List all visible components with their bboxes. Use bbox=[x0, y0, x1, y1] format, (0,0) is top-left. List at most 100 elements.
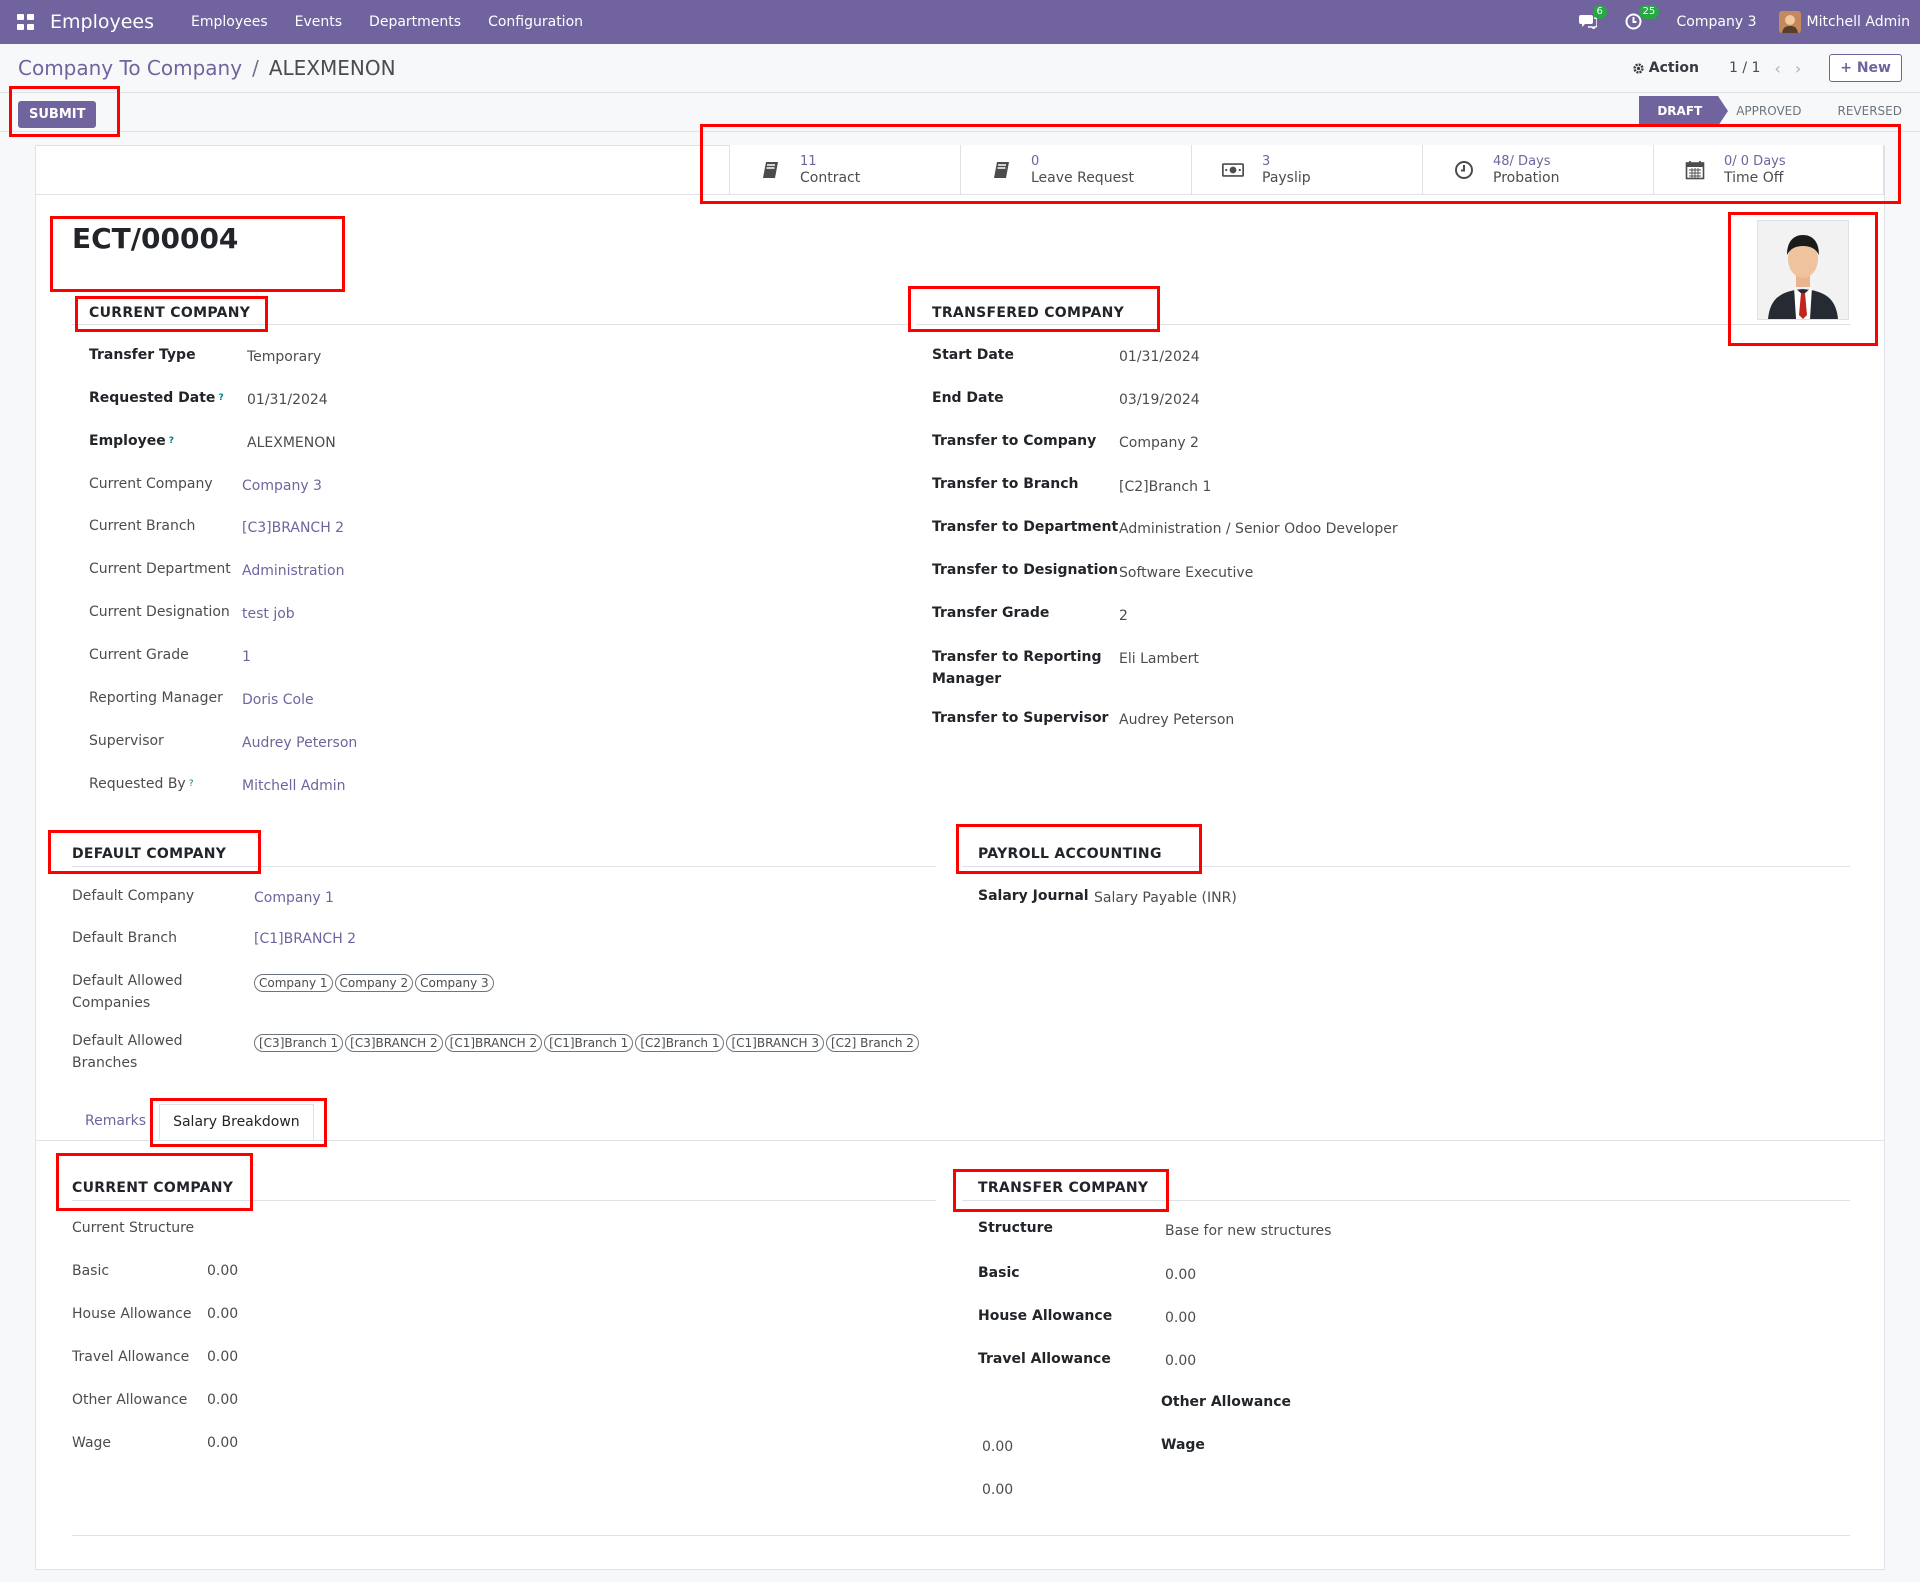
transfer-type-value[interactable]: Temporary bbox=[247, 346, 321, 368]
branch-tag[interactable]: [C3]BRANCH 2 bbox=[345, 1034, 443, 1052]
employee-value[interactable]: ALEXMENON bbox=[247, 432, 336, 454]
requested-by-value[interactable]: Mitchell Admin bbox=[242, 775, 346, 797]
annotation-box-default-company bbox=[48, 830, 261, 874]
current-branch-value[interactable]: [C3]BRANCH 2 bbox=[242, 517, 344, 539]
current-wage-label: Wage bbox=[72, 1435, 112, 1451]
reporting-manager-value[interactable]: Doris Cole bbox=[242, 689, 314, 711]
transfer-to-company-label: Transfer to Company bbox=[932, 433, 1097, 449]
reporting-manager-label: Reporting Manager bbox=[89, 690, 223, 706]
supervisor-value[interactable]: Audrey Peterson bbox=[242, 732, 357, 754]
default-allowed-companies-label: Default Allowed Companies bbox=[72, 970, 182, 1014]
sheet-bottom-divider bbox=[72, 1535, 1850, 1536]
current-branch-label: Current Branch bbox=[89, 518, 196, 534]
company-tag[interactable]: Company 2 bbox=[334, 974, 414, 992]
status-bar: DRAFT APPROVED REVERSED bbox=[1639, 96, 1920, 127]
breadcrumb-separator: / bbox=[252, 56, 259, 80]
transfer-to-designation-label: Transfer to Designation bbox=[932, 562, 1118, 578]
transfer-supervisor-value[interactable]: Audrey Peterson bbox=[1119, 709, 1234, 731]
pager-next-icon[interactable]: › bbox=[1795, 59, 1801, 78]
new-record-button[interactable]: + New bbox=[1829, 54, 1902, 82]
help-icon[interactable]: ? bbox=[189, 779, 194, 789]
user-avatar[interactable] bbox=[1778, 11, 1801, 33]
transfer-to-department-value[interactable]: Administration / Senior Odoo Developer bbox=[1119, 518, 1398, 540]
default-branch-label: Default Branch bbox=[72, 930, 177, 946]
end-date-value[interactable]: 03/19/2024 bbox=[1119, 389, 1200, 411]
activities-button[interactable]: 25 bbox=[1625, 5, 1660, 31]
salary-journal-label: Salary Journal bbox=[978, 888, 1089, 904]
annotation-box-salary-transfer bbox=[953, 1169, 1169, 1212]
current-department-value[interactable]: Administration bbox=[242, 560, 344, 582]
help-icon[interactable]: ? bbox=[169, 436, 174, 446]
company-tag[interactable]: Company 3 bbox=[415, 974, 494, 992]
control-panel-divider bbox=[0, 92, 1920, 93]
current-company-label: Current Company bbox=[89, 476, 213, 492]
pager-previous-icon[interactable]: ‹ bbox=[1774, 59, 1780, 78]
help-icon[interactable]: ? bbox=[218, 393, 223, 403]
employee-label: Employee? bbox=[89, 430, 174, 452]
menu-employees[interactable]: Employees bbox=[191, 14, 268, 30]
current-department-label: Current Department bbox=[89, 561, 231, 577]
branch-tag[interactable]: [C1]BRANCH 2 bbox=[444, 1034, 543, 1052]
requested-by-label-text: Requested By bbox=[89, 776, 186, 792]
start-date-value[interactable]: 01/31/2024 bbox=[1119, 346, 1200, 368]
new-label: New bbox=[1856, 60, 1891, 76]
allowed-companies-tags[interactable]: Company 1 Company 2 Company 3 bbox=[254, 974, 494, 992]
transfer-house-allowance-label: House Allowance bbox=[978, 1308, 1113, 1324]
menu-departments[interactable]: Departments bbox=[369, 14, 461, 30]
apps-menu-icon[interactable] bbox=[17, 14, 35, 30]
pager-value[interactable]: 1 / 1 bbox=[1729, 60, 1760, 76]
current-travel-allowance-label: Travel Allowance bbox=[72, 1349, 190, 1365]
branch-tag[interactable]: [C2]Branch 1 bbox=[635, 1034, 725, 1052]
menu-configuration[interactable]: Configuration bbox=[488, 14, 583, 30]
menu-events[interactable]: Events bbox=[295, 14, 342, 30]
app-title[interactable]: Employees bbox=[50, 11, 154, 33]
default-allowed-companies-label-line2: Companies bbox=[72, 995, 151, 1011]
action-label: Action bbox=[1648, 60, 1699, 76]
branch-tag[interactable]: [C2] Branch 2 bbox=[825, 1034, 919, 1052]
transfer-grade-value[interactable]: 2 bbox=[1119, 605, 1128, 627]
default-company-value[interactable]: Company 1 bbox=[254, 887, 334, 909]
company-switcher[interactable]: Company 3 bbox=[1677, 14, 1757, 30]
transfer-to-branch-label: Transfer to Branch bbox=[932, 476, 1079, 492]
branch-tag[interactable]: [C1]BRANCH 3 bbox=[726, 1034, 824, 1052]
annotation-box-record-name bbox=[50, 216, 345, 292]
user-menu[interactable]: Mitchell Admin bbox=[1807, 14, 1911, 30]
status-step-draft[interactable]: DRAFT bbox=[1639, 96, 1729, 127]
annotation-box-photo bbox=[1728, 212, 1878, 346]
status-step-reversed[interactable]: REVERSED bbox=[1820, 96, 1920, 127]
transfer-structure-value[interactable]: Base for new structures bbox=[1165, 1220, 1331, 1242]
annotation-box-transfered-company bbox=[908, 286, 1160, 332]
messages-count-badge: 6 bbox=[1592, 5, 1607, 19]
transfer-to-designation-value[interactable]: Software Executive bbox=[1119, 562, 1253, 584]
allowed-branches-tags[interactable]: [C3]Branch 1 [C3]BRANCH 2 [C1]BRANCH 2 [… bbox=[254, 1034, 919, 1052]
breadcrumb-current: ALEXMENON bbox=[268, 56, 396, 80]
current-wage-value: 0.00 bbox=[207, 1435, 239, 1451]
current-designation-value[interactable]: test job bbox=[242, 603, 295, 625]
current-company-value[interactable]: Company 3 bbox=[242, 475, 322, 497]
salary-journal-value[interactable]: Salary Payable (INR) bbox=[1094, 887, 1237, 909]
current-grade-value[interactable]: 1 bbox=[242, 646, 251, 668]
current-house-allowance-label: House Allowance bbox=[72, 1306, 192, 1322]
transfer-to-branch-value[interactable]: [C2]Branch 1 bbox=[1119, 476, 1211, 498]
transfer-wage-value: 0.00 bbox=[982, 1482, 1014, 1498]
requested-date-value[interactable]: 01/31/2024 bbox=[247, 389, 328, 411]
breadcrumb: Company To Company / ALEXMENON bbox=[18, 56, 396, 80]
default-company-label: Default Company bbox=[72, 888, 195, 904]
tab-remarks[interactable]: Remarks bbox=[72, 1104, 159, 1140]
transfer-reporting-manager-label: Transfer to Reporting Manager bbox=[932, 646, 1102, 690]
action-menu-button[interactable]: Action bbox=[1632, 60, 1699, 76]
current-structure-label: Current Structure bbox=[72, 1220, 195, 1236]
branch-tag[interactable]: [C1]Branch 1 bbox=[544, 1034, 634, 1052]
annotation-box-salary-current bbox=[56, 1153, 253, 1211]
transfer-to-company-value[interactable]: Company 2 bbox=[1119, 432, 1199, 454]
messages-button[interactable]: 6 bbox=[1578, 5, 1607, 31]
current-travel-allowance-value: 0.00 bbox=[207, 1349, 239, 1365]
breadcrumb-parent[interactable]: Company To Company bbox=[18, 56, 242, 80]
branch-tag[interactable]: [C3]Branch 1 bbox=[254, 1034, 344, 1052]
default-branch-value[interactable]: [C1]BRANCH 2 bbox=[254, 928, 356, 950]
company-tag[interactable]: Company 1 bbox=[254, 974, 333, 992]
requested-by-label: Requested By? bbox=[89, 773, 194, 795]
status-step-approved[interactable]: APPROVED bbox=[1718, 96, 1819, 127]
transfer-reporting-manager-value[interactable]: Eli Lambert bbox=[1119, 648, 1199, 670]
transfer-house-allowance-value: 0.00 bbox=[1165, 1310, 1197, 1326]
